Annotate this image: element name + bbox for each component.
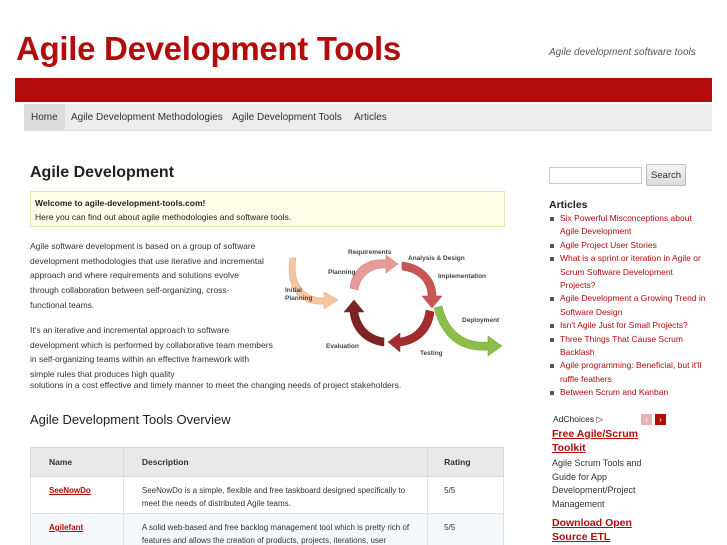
tool-rating: 5/5 <box>427 513 504 545</box>
article-link[interactable]: Agile Project User Stories <box>549 239 709 252</box>
nav-item-home[interactable]: Home <box>24 104 65 131</box>
page-title: Agile Development <box>30 164 175 181</box>
intro-paragraph: Agile software development is based on a… <box>30 241 264 310</box>
adchoices-icon: ▷ <box>596 414 604 424</box>
label-evaluation: Evaluation <box>326 343 359 350</box>
nav-item-tools[interactable]: Agile Development Tools <box>225 104 349 131</box>
label-implementation: Implementation <box>438 273 486 280</box>
col-header-description: Description <box>122 447 429 477</box>
main-nav: Home Agile Development Methodologies Agi… <box>24 104 712 131</box>
nav-item-methodologies[interactable]: Agile Development Methodologies <box>64 104 230 131</box>
label-analysis: Analysis & Design <box>408 255 465 262</box>
nav-item-articles[interactable]: Articles <box>347 104 394 131</box>
label-testing: Testing <box>420 350 443 357</box>
approach-paragraph-tail: solutions in a cost effective and timely… <box>30 380 402 390</box>
approach-paragraph: It's an iterative and incremental approa… <box>30 325 273 380</box>
label-deployment: Deployment <box>462 317 500 324</box>
article-link[interactable]: Agile Development a Growing Trend in Sof… <box>549 292 709 319</box>
site-description: Agile development software tools <box>549 47 696 58</box>
header-banner <box>15 78 712 102</box>
table-row: Agilefant A solid web-based and free bac… <box>30 513 504 545</box>
adchoices-label[interactable]: AdChoices ▷ <box>553 414 603 425</box>
ad-title-link[interactable]: Download Open Source ETL <box>552 516 662 544</box>
search-input[interactable] <box>549 167 642 184</box>
article-link[interactable]: Isn't Agile Just for Small Projects? <box>549 319 709 332</box>
tool-description: SeeNowDo is a simple, flexible and free … <box>122 476 429 514</box>
welcome-notice: Welcome to agile-development-tools.com! … <box>30 191 505 227</box>
ad-next-icon[interactable]: › <box>655 414 666 425</box>
adchoices-text: AdChoices <box>553 414 595 424</box>
col-header-name: Name <box>30 447 124 477</box>
tool-link-agilefant[interactable]: Agilefant <box>49 523 83 532</box>
ad-description: Agile Scrum Tools and Guide for App Deve… <box>552 458 642 509</box>
label-initial: Initial <box>285 287 302 294</box>
articles-heading: Articles <box>549 199 588 211</box>
col-header-rating: Rating <box>427 447 504 477</box>
label-requirements: Requirements <box>348 249 392 256</box>
tools-table: Name Description Rating SeeNowDo SeeNowD… <box>30 447 504 545</box>
tool-rating: 5/5 <box>427 476 504 514</box>
testing-arc <box>387 309 435 353</box>
article-link[interactable]: Agile programming: Beneficial, but it'll… <box>549 359 709 386</box>
analysis-arc <box>401 261 443 309</box>
site-title[interactable]: Agile Development Tools <box>16 30 401 68</box>
label-planning: Planning <box>328 269 355 276</box>
table-row: SeeNowDo SeeNowDo is a simple, flexible … <box>30 476 504 514</box>
articles-list: Six Powerful Misconceptions about Agile … <box>549 212 709 400</box>
label-initial-planning: Planning <box>285 295 312 302</box>
welcome-text: Here you can find out about agile method… <box>35 212 292 222</box>
article-link[interactable]: Six Powerful Misconceptions about Agile … <box>549 212 709 239</box>
search-button[interactable]: Search <box>646 164 686 186</box>
tool-link-seenowdo[interactable]: SeeNowDo <box>49 486 91 495</box>
overview-title: Agile Development Tools Overview <box>30 412 231 427</box>
agile-cycle-diagram: Requirements Analysis & Design Planning … <box>285 249 503 357</box>
evaluation-arc <box>343 299 385 347</box>
deployment-arrow <box>433 305 503 357</box>
ad-prev-icon[interactable]: ‹ <box>641 414 652 425</box>
welcome-heading: Welcome to agile-development-tools.com! <box>35 198 206 208</box>
article-link[interactable]: What is a sprint or iteration in Agile o… <box>549 252 709 292</box>
article-link[interactable]: Between Scrum and Kanban <box>549 386 709 399</box>
requirements-arc <box>349 254 399 291</box>
article-link[interactable]: Three Things That Cause Scrum Backlash <box>549 333 709 360</box>
tool-description: A solid web-based and free backlog manag… <box>122 513 429 545</box>
ad-title-link[interactable]: Free Agile/Scrum Toolkit <box>552 427 662 455</box>
